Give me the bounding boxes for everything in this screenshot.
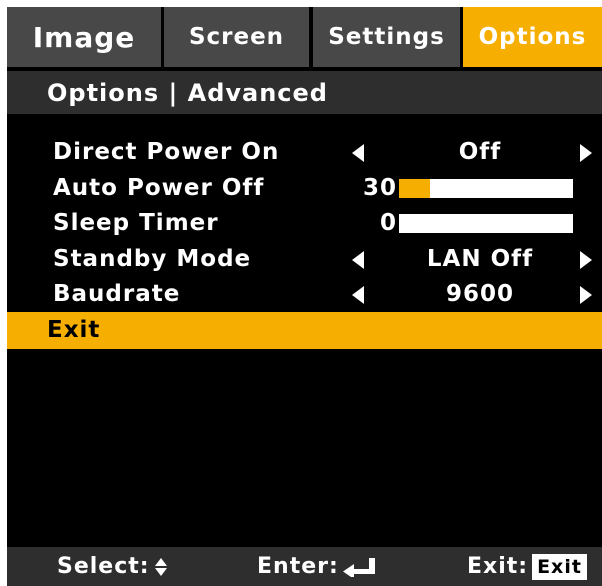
- footer-enter-label: Enter:: [257, 554, 339, 579]
- footer-exit-label: Exit:: [467, 554, 529, 579]
- breadcrumb-text: Options | Advanced: [47, 78, 328, 107]
- menu-row-exit[interactable]: Exit: [7, 312, 602, 349]
- baudrate-label: Baudrate: [53, 281, 181, 307]
- direct-power-on-label: Direct Power On: [53, 139, 280, 165]
- osd-menu: Image Screen Settings Options Options | …: [7, 7, 602, 586]
- footer-select-label: Select:: [57, 554, 150, 579]
- sleep-timer-label: Sleep Timer: [53, 210, 219, 236]
- tab-options[interactable]: Options: [463, 7, 602, 67]
- left-arrow-icon[interactable]: [352, 251, 364, 269]
- tab-settings-label: Settings: [328, 24, 445, 50]
- tab-bar: Image Screen Settings Options: [7, 7, 602, 67]
- tab-screen-label: Screen: [188, 24, 285, 50]
- exit-label: Exit: [47, 317, 101, 343]
- up-down-triangle-icon: [154, 558, 167, 576]
- right-arrow-icon[interactable]: [580, 144, 592, 162]
- footer-exit-hint: Exit: Exit: [467, 547, 587, 586]
- tab-image-label: Image: [32, 20, 136, 54]
- menu-row-baudrate[interactable]: Baudrate 9600: [7, 276, 602, 313]
- auto-power-off-slider-fill: [399, 179, 431, 198]
- menu-row-sleep-timer[interactable]: Sleep Timer 0: [7, 205, 602, 242]
- menu-row-standby-mode[interactable]: Standby Mode LAN Off: [7, 241, 602, 278]
- return-arrow-icon: [342, 558, 375, 577]
- sleep-timer-value: 0: [379, 210, 397, 236]
- direct-power-on-value: Off: [458, 139, 502, 165]
- left-arrow-icon[interactable]: [352, 144, 364, 162]
- standby-mode-value: LAN Off: [426, 246, 534, 272]
- right-arrow-icon[interactable]: [580, 251, 592, 269]
- exit-key-badge: Exit: [532, 554, 587, 580]
- menu-row-direct-power-on[interactable]: Direct Power On Off: [7, 134, 602, 171]
- auto-power-off-value: 30: [362, 175, 397, 201]
- sleep-timer-slider[interactable]: [399, 214, 573, 233]
- auto-power-off-slider[interactable]: [399, 179, 573, 198]
- auto-power-off-label: Auto Power Off: [53, 175, 265, 201]
- tab-options-label: Options: [478, 24, 587, 50]
- tab-settings[interactable]: Settings: [313, 7, 460, 67]
- tab-screen[interactable]: Screen: [164, 7, 309, 67]
- breadcrumb: Options | Advanced: [7, 71, 602, 114]
- baudrate-value: 9600: [445, 281, 514, 307]
- tab-image[interactable]: Image: [7, 7, 161, 67]
- left-arrow-icon[interactable]: [352, 286, 364, 304]
- footer-select-hint: Select:: [57, 547, 168, 586]
- footer-enter-hint: Enter:: [257, 547, 377, 586]
- standby-mode-label: Standby Mode: [53, 246, 252, 272]
- menu-row-auto-power-off[interactable]: Auto Power Off 30: [7, 170, 602, 207]
- footer-hint-bar: Select: Enter: Exit: Exit: [7, 547, 602, 586]
- right-arrow-icon[interactable]: [580, 286, 592, 304]
